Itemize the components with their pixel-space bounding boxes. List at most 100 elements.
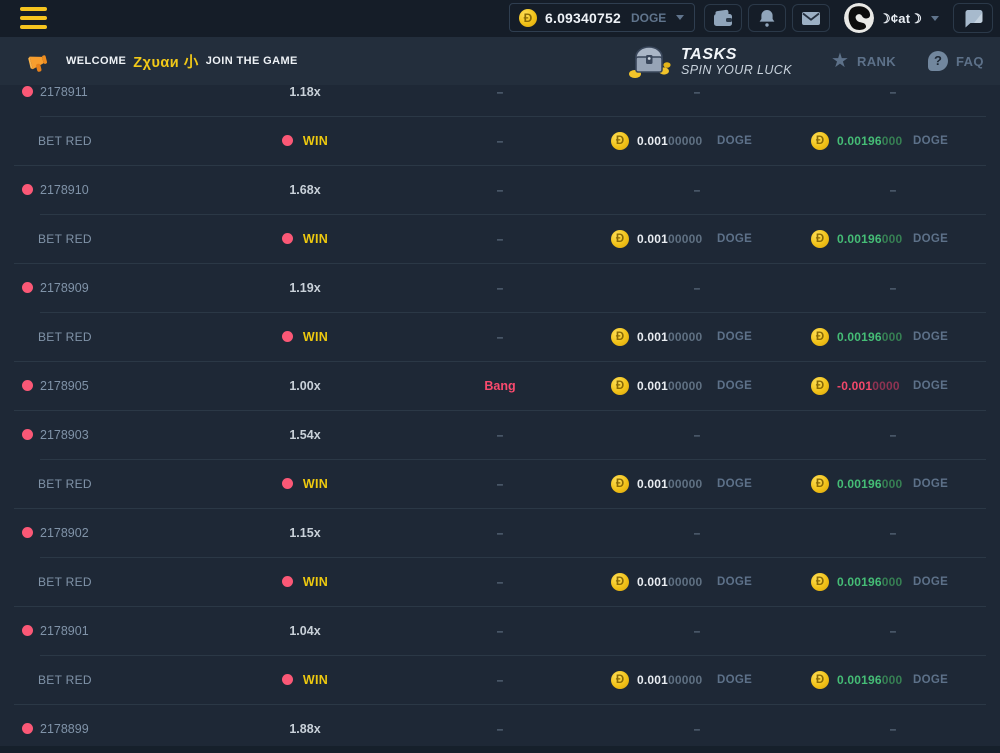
- welcome-prefix: WELCOME: [66, 55, 126, 67]
- game-row[interactable]: 21789111.18x–––: [0, 85, 1000, 116]
- profit-currency: DOGE: [913, 214, 948, 263]
- messages-button[interactable]: [792, 4, 830, 32]
- hamburger-menu-icon[interactable]: [20, 7, 47, 29]
- bust-cell: –: [420, 312, 580, 361]
- game-row[interactable]: 21789031.54x–––: [0, 410, 1000, 459]
- rank-label: RANK: [857, 54, 896, 69]
- table-bottom-edge: [0, 746, 1000, 753]
- profit-empty: –: [851, 410, 935, 459]
- profit-amount: 0.00196000: [837, 459, 902, 508]
- multiplier-value: 1.88x: [289, 722, 320, 736]
- bet-row[interactable]: BET REDWIN–Ð0.00100000DOGEÐ0.00196000DOG…: [0, 116, 1000, 165]
- profit-amount: 0.00196000: [837, 655, 902, 704]
- empty-dash: –: [497, 183, 504, 197]
- notifications-button[interactable]: [748, 4, 786, 32]
- game-id-cell: 2178901: [22, 606, 222, 655]
- profit-amount: 0.00196000: [837, 557, 902, 606]
- result-color-dot: [282, 331, 293, 342]
- result-label: WIN: [303, 477, 328, 491]
- game-row[interactable]: 21789091.19x–––: [0, 263, 1000, 312]
- bet-amount: 0.00100000: [637, 361, 702, 410]
- bet-amount-coin: Ð: [611, 214, 629, 263]
- user-avatar[interactable]: [844, 3, 874, 33]
- game-color-dot: [22, 429, 33, 440]
- bet-amount-empty: –: [655, 508, 739, 557]
- wallet-button[interactable]: [704, 4, 742, 32]
- bust-cell: –: [420, 165, 580, 214]
- bust-cell: –: [420, 116, 580, 165]
- profit-currency: DOGE: [913, 116, 948, 165]
- bet-amount-empty: –: [655, 606, 739, 655]
- empty-dash: –: [497, 722, 504, 736]
- profit-amount: 0.00196000: [837, 116, 902, 165]
- bell-icon: [756, 7, 778, 29]
- bet-amount: 0.00100000: [637, 557, 702, 606]
- profit-coin: Ð: [811, 655, 829, 704]
- bet-amount-coin: Ð: [611, 557, 629, 606]
- doge-coin-icon: Ð: [611, 230, 629, 248]
- bet-currency: DOGE: [717, 655, 752, 704]
- profit-empty: –: [851, 606, 935, 655]
- bust-cell: –: [420, 85, 580, 116]
- bet-row[interactable]: BET REDWIN–Ð0.00100000DOGEÐ0.00196000DOG…: [0, 459, 1000, 508]
- balance-currency: DOGE: [631, 11, 666, 25]
- balance-selector[interactable]: Ð 6.09340752 DOGE: [509, 3, 695, 32]
- bust-cell: –: [420, 410, 580, 459]
- bet-currency: DOGE: [717, 557, 752, 606]
- welcome-message: WELCOME Ζχυαи 小 JOIN THE GAME: [66, 37, 298, 85]
- doge-coin-icon: Ð: [811, 671, 829, 689]
- profit-coin: Ð: [811, 214, 829, 263]
- game-color-dot: [22, 625, 33, 636]
- game-row[interactable]: 21789051.00xBangÐ0.00100000DOGEÐ-0.00100…: [0, 361, 1000, 410]
- result-label: WIN: [303, 673, 328, 687]
- doge-coin-icon: Ð: [519, 9, 537, 27]
- game-id-cell: 2178911: [22, 85, 222, 116]
- empty-dash: –: [497, 673, 504, 687]
- profit-amount: 0.00196000: [837, 312, 902, 361]
- result-label: WIN: [303, 330, 328, 344]
- profit-coin: Ð: [811, 361, 829, 410]
- bet-currency: DOGE: [717, 459, 752, 508]
- profit-coin: Ð: [811, 557, 829, 606]
- doge-coin-icon: Ð: [611, 132, 629, 150]
- empty-dash: –: [497, 624, 504, 638]
- bet-row[interactable]: BET REDWIN–Ð0.00100000DOGEÐ0.00196000DOG…: [0, 214, 1000, 263]
- rank-link[interactable]: ★ RANK: [831, 37, 896, 85]
- empty-dash: –: [497, 428, 504, 442]
- game-id: 2178911: [40, 85, 88, 99]
- bet-currency: DOGE: [717, 116, 752, 165]
- app-root: Ð 6.09340752 DOGE: [0, 0, 1000, 753]
- game-row[interactable]: 21789021.15x–––: [0, 508, 1000, 557]
- welcome-suffix: JOIN THE GAME: [206, 55, 298, 67]
- multiplier-value: 1.00x: [289, 379, 320, 393]
- tasks-subtitle: SPIN YOUR LUCK: [681, 63, 792, 77]
- chat-button[interactable]: [953, 3, 993, 33]
- bet-amount: 0.00100000: [637, 655, 702, 704]
- result-label: WIN: [303, 232, 328, 246]
- doge-coin-icon: Ð: [611, 328, 629, 346]
- empty-dash: –: [497, 575, 504, 589]
- multiplier-value: 1.04x: [289, 624, 320, 638]
- profit-currency: DOGE: [913, 655, 948, 704]
- multiplier-value: 1.18x: [289, 85, 320, 99]
- bet-row[interactable]: BET REDWIN–Ð0.00100000DOGEÐ0.00196000DOG…: [0, 655, 1000, 704]
- bet-currency: DOGE: [717, 312, 752, 361]
- game-row[interactable]: 21789101.68x–––: [0, 165, 1000, 214]
- result-label: WIN: [303, 134, 328, 148]
- profit-coin: Ð: [811, 312, 829, 361]
- bet-row[interactable]: BET REDWIN–Ð0.00100000DOGEÐ0.00196000DOG…: [0, 312, 1000, 361]
- bust-cell: –: [420, 655, 580, 704]
- balance-amount: 6.09340752: [545, 10, 621, 26]
- profit-currency: DOGE: [913, 557, 948, 606]
- doge-coin-icon: Ð: [611, 475, 629, 493]
- bust-cell: –: [420, 459, 580, 508]
- multiplier-value: 1.68x: [289, 183, 320, 197]
- doge-coin-icon: Ð: [811, 377, 829, 395]
- bet-label-cell: BET RED: [22, 116, 222, 165]
- tasks-promo[interactable]: TASKS SPIN YOUR LUCK: [627, 37, 792, 85]
- star-icon: ★: [831, 51, 849, 71]
- user-menu[interactable]: ☽¢at☽: [879, 0, 939, 37]
- game-row[interactable]: 2178901 1.04x – – –: [0, 606, 1000, 655]
- bet-row[interactable]: BET REDWIN–Ð0.00100000DOGEÐ0.00196000DOG…: [0, 557, 1000, 606]
- faq-link[interactable]: ? FAQ: [928, 37, 984, 85]
